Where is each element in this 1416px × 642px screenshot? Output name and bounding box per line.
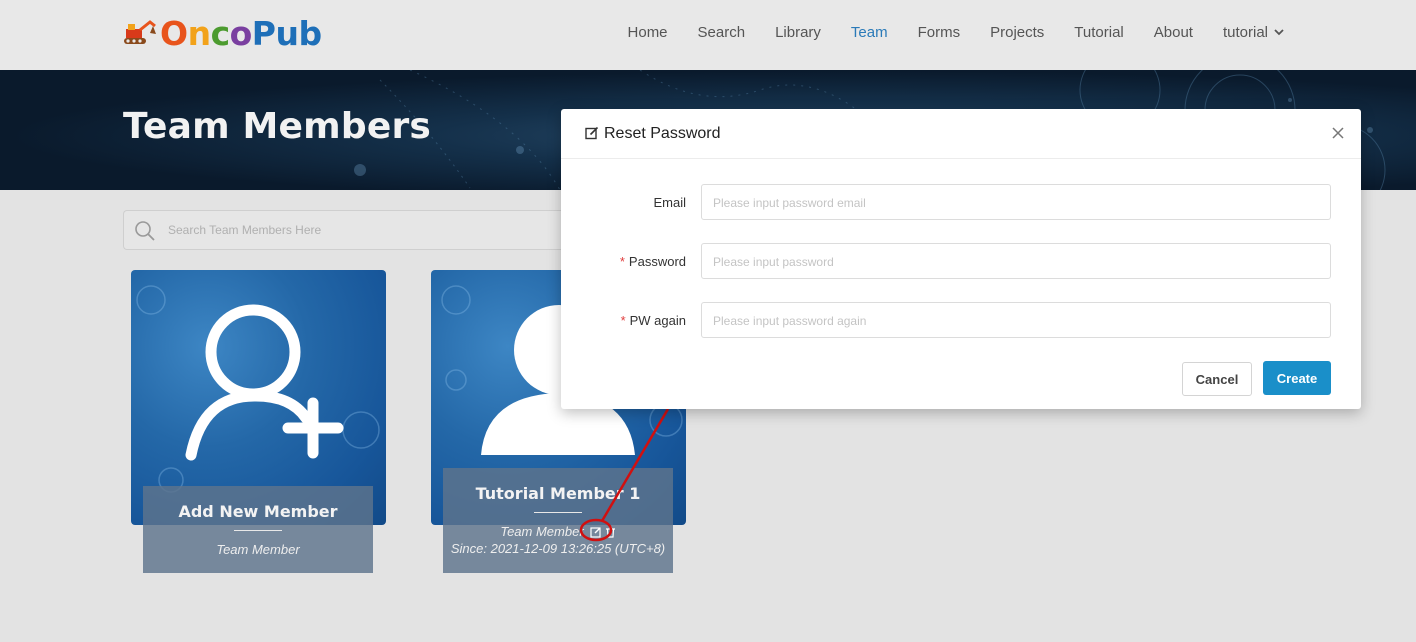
main-nav: Home Search Library Team Forms Projects … [598,0,1284,64]
caption-divider [234,530,282,531]
card-role: Team Member [500,524,584,539]
create-button[interactable]: Create [1263,361,1331,395]
chevron-down-icon [1274,29,1284,36]
pw-again-label: * PW again [621,313,686,328]
nav-forms[interactable]: Forms [918,24,961,41]
password-field[interactable]: Please input password [701,243,1331,279]
card-name: Tutorial Member 1 [475,484,641,503]
edit-icon[interactable] [590,526,602,538]
search-team-members[interactable]: Search Team Members Here [123,210,584,250]
nav-tutorial[interactable]: Tutorial [1074,24,1123,41]
nav-about[interactable]: About [1154,24,1193,41]
trash-icon[interactable] [605,526,616,538]
card-role: Team Member [216,542,300,557]
add-member-caption: Add New Member Team Member [143,486,373,573]
reset-password-dialog: Reset Password Email Please input passwo… [561,109,1361,409]
required-mark: * [620,313,626,328]
excavator-logo-icon [124,20,156,44]
cancel-button[interactable]: Cancel [1182,362,1252,396]
nav-projects[interactable]: Projects [990,24,1044,41]
email-placeholder: Please input password email [713,196,866,210]
logo-letter: o [229,14,253,53]
email-field[interactable]: Please input password email [701,184,1331,220]
logo-letter: O [160,14,188,53]
card-name: Add New Member [178,502,338,521]
search-input[interactable]: Search Team Members Here [168,223,321,237]
logo-letter: c [210,14,231,53]
user-menu-label: tutorial [1222,23,1268,41]
pw-again-label-text: PW again [629,313,686,328]
logo-letter: n [187,14,212,53]
close-icon[interactable] [1331,126,1345,140]
email-label: Email [653,195,686,210]
top-header: OncoPub Home Search Library Team Forms P… [0,0,1416,70]
oncopub-logo[interactable]: OncoPub [122,14,322,54]
dialog-title: Reset Password [604,125,721,142]
dialog-header: Reset Password [561,109,1361,159]
member-since: Since: 2021-12-09 13:26:25 (UTC+8) [450,541,666,556]
member-caption: Tutorial Member 1 Team Member Since: 202… [443,468,673,573]
nav-home[interactable]: Home [628,24,668,41]
logo-letter: b [298,14,322,53]
edit-icon [585,126,599,140]
pw-again-placeholder: Please input password again [713,314,867,328]
logo-letter: u [275,14,299,53]
user-menu[interactable]: tutorial [1223,24,1284,41]
logo-letter: P [251,14,276,53]
pw-again-field[interactable]: Please input password again [701,302,1331,338]
caption-divider [534,512,582,513]
nav-search[interactable]: Search [698,24,746,41]
nav-library[interactable]: Library [775,24,821,41]
password-placeholder: Please input password [713,255,834,269]
password-label-text: Password [628,254,686,269]
page-title: Team Members [123,106,432,147]
email-label-text: Email [653,195,686,210]
password-label: * Password [620,254,686,269]
logo-text: OncoPub [160,14,322,54]
required-mark: * [619,254,625,269]
card-role-row: Team Member [443,524,673,539]
search-icon [135,221,155,241]
nav-team[interactable]: Team [851,24,888,41]
